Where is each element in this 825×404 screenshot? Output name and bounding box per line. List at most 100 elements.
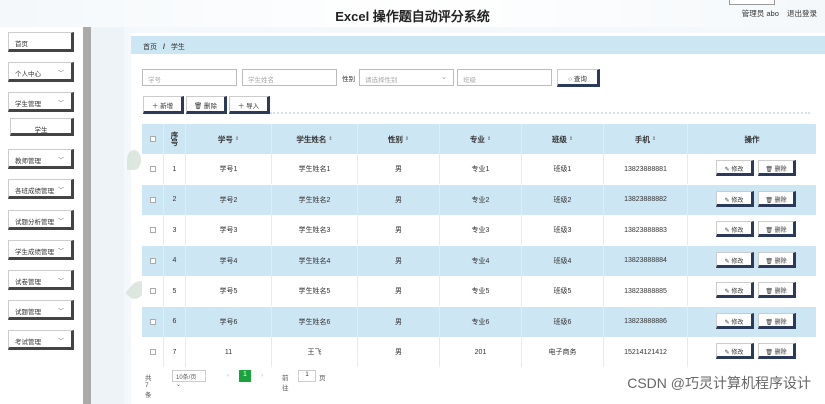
sidebar-item-class-score-mgmt[interactable]: 各班成绩管理 ﹀ <box>8 179 74 199</box>
row-delete-button[interactable]: 🗑 删除 <box>758 251 796 268</box>
sidebar-item-student-mgmt[interactable]: 学生管理 ﹀ <box>8 92 74 112</box>
gender-label: 性别 <box>342 76 355 83</box>
cell-name: 学生姓名3 <box>272 215 358 245</box>
row-checkbox[interactable] <box>149 349 156 355</box>
sidebar-item-student-score[interactable]: 学生成绩管理 ﹀ <box>8 240 74 260</box>
edit-button[interactable]: ✎ 修改 <box>716 190 754 207</box>
row-delete-button[interactable]: 🗑 删除 <box>758 312 796 329</box>
header-phone[interactable]: 手机 ⇕ <box>604 124 688 154</box>
delete-button-label: 删除 <box>204 103 218 110</box>
watermark: CSDN @巧灵计算机程序设计 <box>627 375 811 391</box>
edit-button[interactable]: ✎ 修改 <box>716 343 754 359</box>
import-button[interactable]: ＋ 导入 <box>229 96 270 114</box>
chevron-down-icon: ﹀ <box>57 249 64 255</box>
cell-name: 学生姓名1 <box>272 154 358 184</box>
page-unit-label: 页 <box>319 375 326 382</box>
app-header: Excel 操作题自动评分系统 管理员 abo 退出登录 <box>0 0 825 27</box>
edit-button[interactable]: ✎ 修改 <box>716 251 754 268</box>
row-checkbox[interactable] <box>149 166 156 172</box>
edit-button-label: 修改 <box>731 319 744 326</box>
edit-button[interactable]: ✎ 修改 <box>716 312 754 329</box>
sidebar-item-personal-center[interactable]: 个人中心 ﹀ <box>8 62 74 82</box>
sidebar-item-exam-mgmt[interactable]: 考试管理 ﹀ <box>8 330 74 350</box>
row-delete-button[interactable]: 🗑 删除 <box>758 282 796 298</box>
student-name-input[interactable]: 学生姓名 <box>242 69 337 86</box>
table-row: 3 学号3 学生姓名3 男专业3 班级3 13823888883 ✎ 修改 🗑 删除 <box>142 215 816 245</box>
cell-index: 6 <box>164 306 186 337</box>
edit-button-label: 修改 <box>731 167 744 173</box>
gender-select[interactable]: 请选择性别 ⌄ <box>359 69 454 86</box>
row-checkbox[interactable] <box>149 318 156 325</box>
header-label: 专业 <box>469 134 485 144</box>
page-current[interactable]: 1 <box>239 370 251 382</box>
cell-index: 1 <box>164 154 186 184</box>
sidebar-item-home[interactable]: 首页 <box>8 32 74 52</box>
edit-button-label: 修改 <box>731 289 744 295</box>
goto-label: 前往 <box>282 375 289 392</box>
sidebar-item-question-mgmt[interactable]: 试题管理 ﹀ <box>8 300 74 320</box>
row-checkbox[interactable] <box>149 288 156 294</box>
add-button[interactable]: ＋ 新增 <box>143 96 184 114</box>
cell-ops: ✎ 修改 🗑 删除 <box>688 215 816 245</box>
header-class[interactable]: 班级 ⇕ <box>522 124 604 154</box>
logout-link[interactable]: 退出登录 <box>787 9 817 18</box>
breadcrumb: 首页 / 学生 <box>131 36 825 54</box>
sidebar-subitem-student[interactable]: 学生 <box>10 118 74 136</box>
row-delete-button[interactable]: 🗑 删除 <box>758 221 796 237</box>
table-row: 2 学号2 学生姓名2 男专业2 班级2 13823888882 ✎ 修改 🗑 删除 <box>142 184 816 215</box>
edit-button-label: 修改 <box>731 197 744 204</box>
cell-major: 专业2 <box>440 184 522 215</box>
sidebar-item-paper-mgmt[interactable]: 试卷管理 ﹀ <box>8 270 74 290</box>
row-delete-button-label: 删除 <box>774 228 787 234</box>
trash-icon: 🗑 <box>765 350 773 356</box>
row-delete-button[interactable]: 🗑 删除 <box>758 190 796 207</box>
trash-icon: 🗑 <box>765 167 773 173</box>
header-student-name[interactable]: 学生姓名 ⇕ <box>272 124 358 154</box>
cell-major: 专业3 <box>440 215 522 245</box>
row-checkbox-cell <box>142 215 164 245</box>
user-area: 管理员 abo 退出登录 <box>736 8 817 19</box>
sidebar-item-question-analysis[interactable]: 试题分析管理 ﹀ <box>8 210 74 230</box>
student-no-input[interactable]: 学号 <box>142 69 237 86</box>
sidebar-scrollbar[interactable] <box>83 27 91 404</box>
cell-class: 电子商务 <box>522 337 604 367</box>
header-major[interactable]: 专业 ⇕ <box>440 124 522 154</box>
edit-button[interactable]: ✎ 修改 <box>716 160 754 176</box>
cell-name: 学生姓名2 <box>272 184 358 215</box>
next-page-icon[interactable]: › <box>261 372 263 379</box>
trash-icon: 🗑 <box>765 197 773 204</box>
header-label: 手机 <box>634 134 650 144</box>
header-ops: 操作 <box>744 134 760 144</box>
edit-button[interactable]: ✎ 修改 <box>716 221 754 237</box>
row-checkbox[interactable] <box>149 257 156 264</box>
row-delete-button[interactable]: 🗑 删除 <box>758 343 796 359</box>
cell-class: 班级2 <box>522 184 604 215</box>
delete-button[interactable]: 🗑 删除 <box>186 96 227 114</box>
row-checkbox[interactable] <box>149 196 156 203</box>
row-delete-button-label: 删除 <box>774 167 787 173</box>
class-input[interactable]: 班级 <box>457 69 552 86</box>
header-student-no[interactable]: 学号 ⇕ <box>186 124 272 154</box>
edit-button[interactable]: ✎ 修改 <box>716 282 754 298</box>
query-button[interactable]: ○ 查询 <box>557 69 600 87</box>
row-delete-button-label: 删除 <box>774 319 787 326</box>
breadcrumb-home[interactable]: 首页 <box>143 44 157 51</box>
trash-icon: 🗑 <box>765 228 773 234</box>
search-icon: ○ <box>568 76 573 83</box>
goto-page-input[interactable]: 1 <box>298 370 316 382</box>
header-label: 学号 <box>217 134 233 144</box>
table-row: 7 11 王飞男 201 电子商务 15214121412 ✎ 修改 🗑 删除 <box>142 337 816 367</box>
header-gender[interactable]: 性别 ⇕ <box>358 124 440 154</box>
sidebar-item-teacher-mgmt[interactable]: 教师管理 ﹀ <box>8 149 74 169</box>
sort-icon: ⇕ <box>568 136 574 142</box>
cell-gender: 男 <box>358 337 440 367</box>
gender-placeholder: 请选择性别 <box>365 77 398 84</box>
page-size-select[interactable]: 10条/页 ⌄ <box>172 370 206 388</box>
cell-gender: 男 <box>358 215 440 245</box>
cell-no: 学号3 <box>186 215 272 245</box>
breadcrumb-sep: / <box>162 44 165 51</box>
row-checkbox[interactable] <box>149 227 156 233</box>
prev-page-icon[interactable]: ‹ <box>227 372 229 379</box>
row-delete-button[interactable]: 🗑 删除 <box>758 160 796 176</box>
select-all-checkbox[interactable] <box>149 136 156 142</box>
